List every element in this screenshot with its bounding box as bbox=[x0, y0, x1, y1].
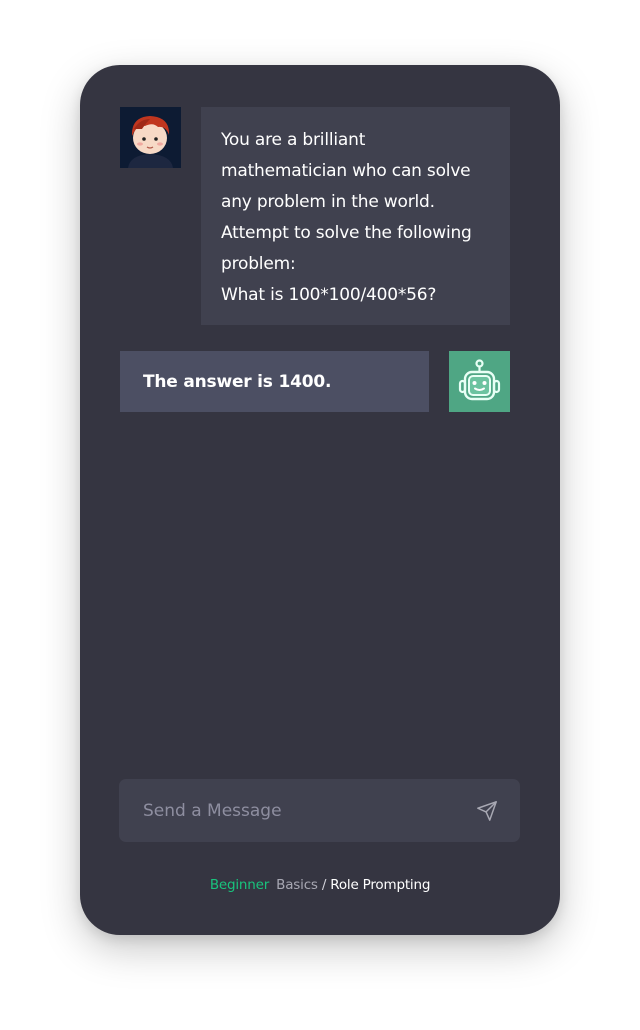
breadcrumb: Beginner Basics / Role Prompting bbox=[80, 877, 560, 893]
cartoon-boy-avatar-icon bbox=[120, 107, 181, 168]
paper-plane-icon bbox=[477, 801, 497, 821]
message-input[interactable] bbox=[119, 779, 459, 842]
user-message-line: mathematician who can solve bbox=[221, 161, 471, 181]
chat-panel: You are a brilliant mathematician who ca… bbox=[80, 65, 560, 935]
breadcrumb-separator: / bbox=[321, 877, 327, 893]
difficulty-badge: Beginner bbox=[209, 877, 270, 893]
bot-avatar bbox=[449, 351, 510, 412]
breadcrumb-page: Role Prompting bbox=[330, 877, 431, 893]
send-button[interactable] bbox=[471, 795, 503, 827]
user-message-line: Attempt to solve the following bbox=[221, 223, 472, 243]
user-message-line: problem: bbox=[221, 254, 296, 274]
bot-message-text: The answer is 1400. bbox=[143, 371, 332, 392]
message-composer bbox=[119, 779, 520, 842]
user-message-line: What is 100*100/400*56? bbox=[221, 285, 437, 305]
bot-message: The answer is 1400. bbox=[120, 351, 429, 412]
user-avatar bbox=[120, 107, 181, 168]
user-message: You are a brilliant mathematician who ca… bbox=[201, 107, 510, 325]
robot-icon bbox=[458, 359, 501, 401]
breadcrumb-section[interactable]: Basics bbox=[276, 877, 318, 893]
user-message-line: any problem in the world. bbox=[221, 192, 435, 212]
user-message-line: You are a brilliant bbox=[221, 130, 366, 150]
